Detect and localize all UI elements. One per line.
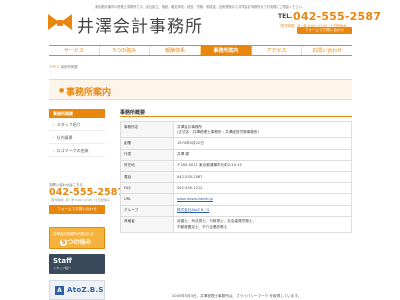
nav-fees[interactable]: 報酬体系 bbox=[150, 46, 202, 55]
logo-icon[interactable] bbox=[48, 14, 72, 31]
nav-services[interactable]: サービス bbox=[49, 46, 100, 55]
row-value: 042-555-2587 bbox=[173, 171, 352, 184]
sidebar-item-office-scenes[interactable]: › 社内風景 bbox=[49, 131, 105, 144]
row-value: 井澤 康 bbox=[173, 148, 352, 161]
row-key: 創業 bbox=[120, 137, 174, 150]
sidebar-contact: お問い合わせはこちら 042-555-2587 ［受付時間］月〜金 9:00〜1… bbox=[49, 182, 124, 214]
table-row: 事務所名 井澤会計事務所 (正式名：井澤税理士事務所・井澤経営労務事務所) bbox=[120, 120, 352, 139]
strengths-banner-title: 5 つの強み bbox=[60, 237, 91, 246]
row-value: 1974年5月22日 bbox=[173, 137, 352, 150]
row-value: 井澤会計事務所 (正式名：井澤税理士事務所・井澤経営労務事務所) bbox=[173, 120, 352, 139]
strengths-banner-caption: 井澤会計事務所が選ばれる bbox=[53, 232, 94, 236]
row-key: 代表 bbox=[120, 148, 174, 161]
chevron-right-icon: › bbox=[53, 135, 55, 140]
sidebar-phone[interactable]: 042-555-2587 bbox=[49, 187, 124, 198]
strengths-title-text: つの強み bbox=[67, 239, 92, 246]
chevron-right-icon: › bbox=[53, 148, 55, 153]
breadcrumb: TOP > 事務所概要 bbox=[49, 64, 78, 69]
row-value: 弁護士、司法書士、行政書士、社会保険労務士、 不動産鑑定士、不介企業診断士 bbox=[173, 215, 352, 234]
row-key: 資格者 bbox=[120, 215, 174, 234]
row-value: 042-555-1212 bbox=[173, 182, 352, 195]
site-logo-text[interactable]: 井澤会計事務所 bbox=[77, 12, 203, 37]
section-divider bbox=[120, 116, 352, 117]
row-value: 〒205-0011 東京都清瀬市元町2-19-15 bbox=[173, 159, 352, 173]
sidebar-menu: 事務所概要 › スタッフ紹介 › 社内風景 › ロゴマークの由来 bbox=[49, 109, 105, 157]
sidebar-item-staff[interactable]: › スタッフ紹介 bbox=[49, 118, 105, 131]
atoz-banner-text: AtoZ.B.S bbox=[67, 286, 104, 294]
table-row: FAX 042-555-1212 bbox=[120, 182, 352, 195]
nav-office[interactable]: 事務所案内 bbox=[201, 46, 252, 55]
breadcrumb-separator: > bbox=[56, 65, 60, 69]
page-title: 事務所案内 bbox=[66, 88, 112, 98]
table-row: URL www.izawa-kaikei.jp bbox=[120, 193, 352, 206]
sidebar-item-label: スタッフ紹介 bbox=[56, 122, 81, 127]
row-key: 事務所名 bbox=[120, 120, 174, 139]
office-profile-table: 事務所名 井澤会計事務所 (正式名：井澤税理士事務所・井澤経営労務事務所) 創業 1… bbox=[120, 120, 352, 234]
staff-banner[interactable]: Staff スタッフ紹介 bbox=[49, 254, 105, 274]
top-description: 東京都清瀬市の税理士事務所です。会社設立、相続、確定申告、経営、労務、助成金、記… bbox=[95, 5, 305, 9]
row-value: www.izawa-kaikei.jp bbox=[173, 193, 352, 206]
section-title: 事務所概要 bbox=[120, 110, 146, 116]
website-link[interactable]: www.izawa-kaikei.jp bbox=[177, 197, 213, 201]
group-link[interactable]: 株式会社AtoZ B・S bbox=[177, 208, 209, 212]
header-form-button[interactable]: フォームでお問い合わせ bbox=[297, 27, 352, 34]
nav-contact[interactable]: お問い合わせ bbox=[302, 46, 352, 55]
row-key: 電話 bbox=[120, 171, 174, 184]
sidebar-hours: ［受付時間］月〜金 9:00〜17:00（土日祝休み） bbox=[49, 198, 112, 202]
sidebar-item-logo-origin[interactable]: › ロゴマークの由来 bbox=[49, 144, 105, 157]
table-row: 所在地 〒205-0011 東京都清瀬市元町2-19-15 bbox=[120, 159, 352, 173]
paw-icon: ● bbox=[59, 87, 65, 94]
row-key: FAX bbox=[120, 182, 174, 195]
sidebar-item-label: ロゴマークの由来 bbox=[56, 148, 89, 153]
row-key: グループ bbox=[120, 204, 174, 217]
tel-label: TEL. bbox=[278, 13, 293, 20]
table-row: グループ 株式会社AtoZ B・S bbox=[120, 204, 352, 217]
sidebar-item-overview[interactable]: 事務所概要 bbox=[49, 109, 105, 118]
row-key: URL bbox=[120, 193, 174, 206]
page-header: ● 事務所案内 bbox=[49, 79, 352, 100]
staff-banner-subtitle: スタッフ紹介 bbox=[53, 266, 72, 270]
strengths-banner[interactable]: 井澤会計事務所が選ばれる 5 つの強み bbox=[49, 227, 105, 249]
header-phone[interactable]: 042-555-2587 bbox=[293, 10, 381, 23]
table-row: 資格者 弁護士、司法書士、行政書士、社会保険労務士、 不動産鑑定士、不介企業診断士 bbox=[120, 215, 352, 234]
chevron-right-icon: › bbox=[53, 122, 55, 127]
row-value: 株式会社AtoZ B・S bbox=[173, 204, 352, 217]
staff-banner-title: Staff bbox=[53, 257, 72, 265]
table-row: 電話 042-555-2587 bbox=[120, 171, 352, 184]
table-row: 創業 1974年5月22日 bbox=[120, 137, 352, 150]
row-key: 所在地 bbox=[120, 159, 174, 173]
sidebar-form-button[interactable]: フォームでお問い合わせ bbox=[49, 205, 105, 214]
breadcrumb-home[interactable]: TOP bbox=[49, 65, 56, 69]
global-nav: サービス 5つの強み 報酬体系 事務所案内 アクセス お問い合わせ bbox=[49, 45, 352, 56]
privacy-note: 2005年5月3日、井澤税理士事務所は、プライバシーマーク を取得しています。 bbox=[172, 294, 302, 298]
nav-strengths[interactable]: 5つの強み bbox=[100, 46, 151, 55]
table-row: 代表 井澤 康 bbox=[120, 148, 352, 161]
sidebar-item-label: 社内風景 bbox=[56, 135, 73, 140]
atoz-logo-icon: A bbox=[55, 286, 64, 295]
breadcrumb-current: 事務所概要 bbox=[60, 65, 78, 69]
nav-access[interactable]: アクセス bbox=[252, 46, 303, 55]
atoz-banner[interactable]: A AtoZ.B.S bbox=[49, 280, 105, 300]
